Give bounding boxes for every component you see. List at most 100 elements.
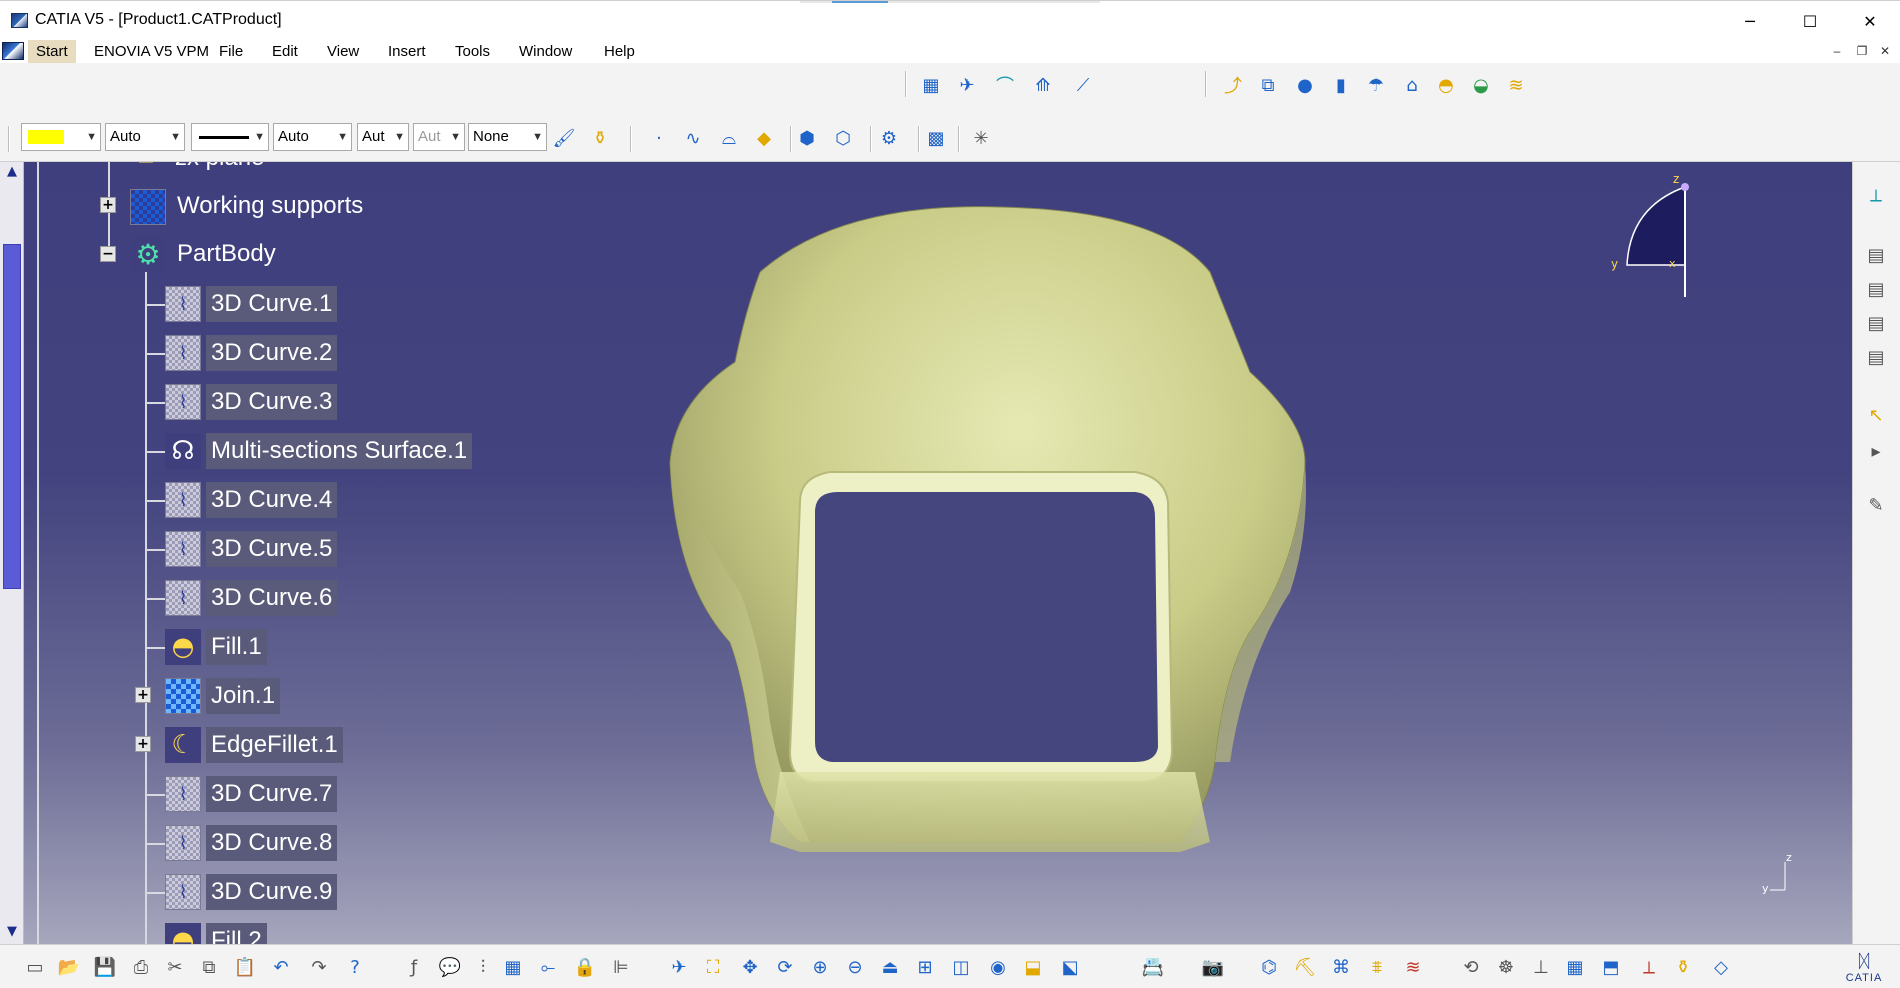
tree-item-working-supports[interactable]: Working supports	[172, 188, 368, 224]
zoom-in-icon[interactable]: ⊕	[807, 954, 833, 980]
grid-snap-icon[interactable]: ▩	[923, 125, 949, 151]
curvature-icon[interactable]: ⌬	[1256, 954, 1282, 980]
curve-icon[interactable]: ⌇	[165, 482, 201, 518]
format-painter-icon[interactable]: 🖌	[551, 125, 577, 151]
catia-app-icon[interactable]	[11, 13, 28, 28]
axis-icon[interactable]: ⊥	[1528, 954, 1554, 980]
linetype-short-combo[interactable]: Aut ▼	[357, 123, 409, 151]
analysis-icon[interactable]: ⊫	[608, 954, 634, 980]
tree-item-partbody[interactable]: PartBody	[172, 236, 281, 272]
view-cube-alt-icon[interactable]: ⬡	[830, 125, 856, 151]
expand-right-icon[interactable]: ▸	[1863, 438, 1889, 464]
tree-item-fill-2[interactable]: Fill.2	[206, 923, 267, 944]
fill-icon[interactable]: ◓	[165, 629, 201, 665]
menu-edit[interactable]: Edit	[272, 40, 298, 63]
curve-icon[interactable]: ⌇	[165, 825, 201, 861]
expand-toggle-icon[interactable]: +	[135, 687, 151, 703]
plane-bottom-icon[interactable]: ◇	[1708, 954, 1734, 980]
curve-icon[interactable]: ⌇	[165, 384, 201, 420]
expand-toggle-icon[interactable]: +	[135, 736, 151, 752]
tree-item-3d-curve-5[interactable]: 3D Curve.5	[206, 531, 338, 567]
surface-icon[interactable]: ⌒	[992, 72, 1018, 98]
menu-help[interactable]: Help	[604, 40, 635, 63]
compass-widget[interactable]: z y x	[1605, 167, 1735, 297]
layer-4-icon[interactable]: ▤	[1863, 344, 1889, 370]
arc-icon[interactable]: ⌓	[716, 125, 742, 151]
expand-toggle-icon[interactable]: +	[100, 197, 116, 213]
paste-icon[interactable]: 📋	[232, 954, 258, 980]
linetype-combo[interactable]: ▼	[191, 123, 269, 151]
catia-brand-logo[interactable]: ᛞ CATIA	[1836, 949, 1892, 985]
toolbar-grip[interactable]	[918, 126, 920, 152]
fit-all-icon[interactable]: ⛶	[700, 954, 726, 980]
menu-file[interactable]: File	[219, 40, 243, 63]
curve-icon[interactable]: ⌇	[165, 286, 201, 322]
tree-item-3d-curve-1[interactable]: 3D Curve.1	[206, 286, 338, 322]
pan-icon[interactable]: ✥	[737, 954, 763, 980]
tree-item-fill-1[interactable]: Fill.1	[206, 629, 267, 665]
offset-icon[interactable]: ☂	[1363, 72, 1389, 98]
collapse-toggle-icon[interactable]: −	[100, 246, 116, 262]
tree-item-3d-curve-3[interactable]: 3D Curve.3	[206, 384, 338, 420]
3d-viewport[interactable]: ▲ ▼ ▭ zx plane + Working supports − ⚙ Pa…	[0, 162, 1852, 944]
scroll-down-icon[interactable]: ▼	[3, 924, 21, 940]
tree-item-edgefillet-1[interactable]: EdgeFillet.1	[206, 727, 343, 763]
scroll-thumb[interactable]	[3, 244, 21, 589]
toolbar-grip[interactable]	[630, 126, 632, 152]
whats-this-icon[interactable]: ?	[342, 954, 368, 980]
view-cube-icon[interactable]: ⬢	[794, 125, 820, 151]
sketch-plane-icon[interactable]: ⟂	[1863, 182, 1889, 208]
minimize-button[interactable]: ─	[1722, 1, 1778, 41]
blend-surface-icon[interactable]: ◒	[1468, 72, 1494, 98]
close-button[interactable]: ✕	[1842, 1, 1898, 41]
tree-item-3d-curve-9[interactable]: 3D Curve.9	[206, 874, 338, 910]
fillet-icon[interactable]: ☾	[165, 727, 201, 763]
fill-icon[interactable]: ◓	[1433, 72, 1459, 98]
compass-tool-icon[interactable]: ✳	[968, 125, 994, 151]
link-icon[interactable]: ⟲	[1458, 954, 1484, 980]
layer-2-icon[interactable]: ▤	[1863, 276, 1889, 302]
table-icon[interactable]: ▦	[500, 954, 526, 980]
scan-icon[interactable]: ☸	[1493, 954, 1519, 980]
scroll-up-icon[interactable]: ▲	[3, 164, 21, 180]
join-icon[interactable]	[165, 678, 201, 714]
doc-minimize-icon[interactable]: –	[1829, 43, 1845, 59]
gear-body-icon[interactable]: ⚙	[130, 236, 166, 272]
fill-icon[interactable]: ◓	[165, 923, 201, 944]
assembly-icon[interactable]: ⚙	[876, 125, 902, 151]
menu-tools[interactable]: Tools	[455, 40, 490, 63]
fill-surface-icon[interactable]: ⌂	[1399, 72, 1425, 98]
new-icon[interactable]: ▭	[22, 954, 48, 980]
multi-section-icon[interactable]: ⧉	[1255, 72, 1281, 98]
toolbar-grip[interactable]	[905, 71, 907, 97]
zoom-out-icon[interactable]: ⊖	[842, 954, 868, 980]
rules-icon[interactable]: ⟜	[535, 954, 561, 980]
menu-insert[interactable]: Insert	[388, 40, 426, 63]
draft-analysis-icon[interactable]: ⛏	[1292, 954, 1318, 980]
sweep-icon[interactable]: ⤴	[1220, 72, 1246, 98]
tree-item-3d-curve-4[interactable]: 3D Curve.4	[206, 482, 338, 518]
swap-space-icon[interactable]: ⬕	[1057, 954, 1083, 980]
eraser-icon[interactable]: ◆	[751, 125, 777, 151]
tree-item-join-1[interactable]: Join.1	[206, 678, 281, 714]
copy-icon[interactable]: ⧉	[196, 954, 222, 980]
layer-1-icon[interactable]: ▤	[1863, 242, 1889, 268]
transparency-combo[interactable]: Auto ▼	[105, 123, 185, 151]
doc-restore-icon[interactable]: ❐	[1854, 43, 1870, 59]
multi-view-icon[interactable]: ⊞	[912, 954, 938, 980]
sphere-icon[interactable]: ●	[1292, 72, 1318, 98]
tree-item-3d-curve-6[interactable]: 3D Curve.6	[206, 580, 338, 616]
normal-view-icon[interactable]: ⏏	[877, 954, 903, 980]
menu-window[interactable]: Window	[519, 40, 572, 63]
grid-icon[interactable]	[130, 189, 166, 225]
redo-icon[interactable]: ↷	[306, 954, 332, 980]
point-symbol-combo[interactable]: Aut ▼	[413, 123, 465, 151]
porcupine-icon[interactable]: ⩨	[1364, 954, 1390, 980]
tree-item-zx-plane[interactable]: zx plane	[170, 162, 269, 176]
apply-material-icon[interactable]: ⚱	[1670, 954, 1696, 980]
curve-icon[interactable]: ⌇	[165, 580, 201, 616]
formula-icon[interactable]: ƒ	[401, 954, 427, 980]
menu-start[interactable]: Start	[28, 40, 76, 63]
cylinder-icon[interactable]: ▮	[1328, 72, 1354, 98]
curve-creation-icon[interactable]: ✈	[954, 72, 980, 98]
